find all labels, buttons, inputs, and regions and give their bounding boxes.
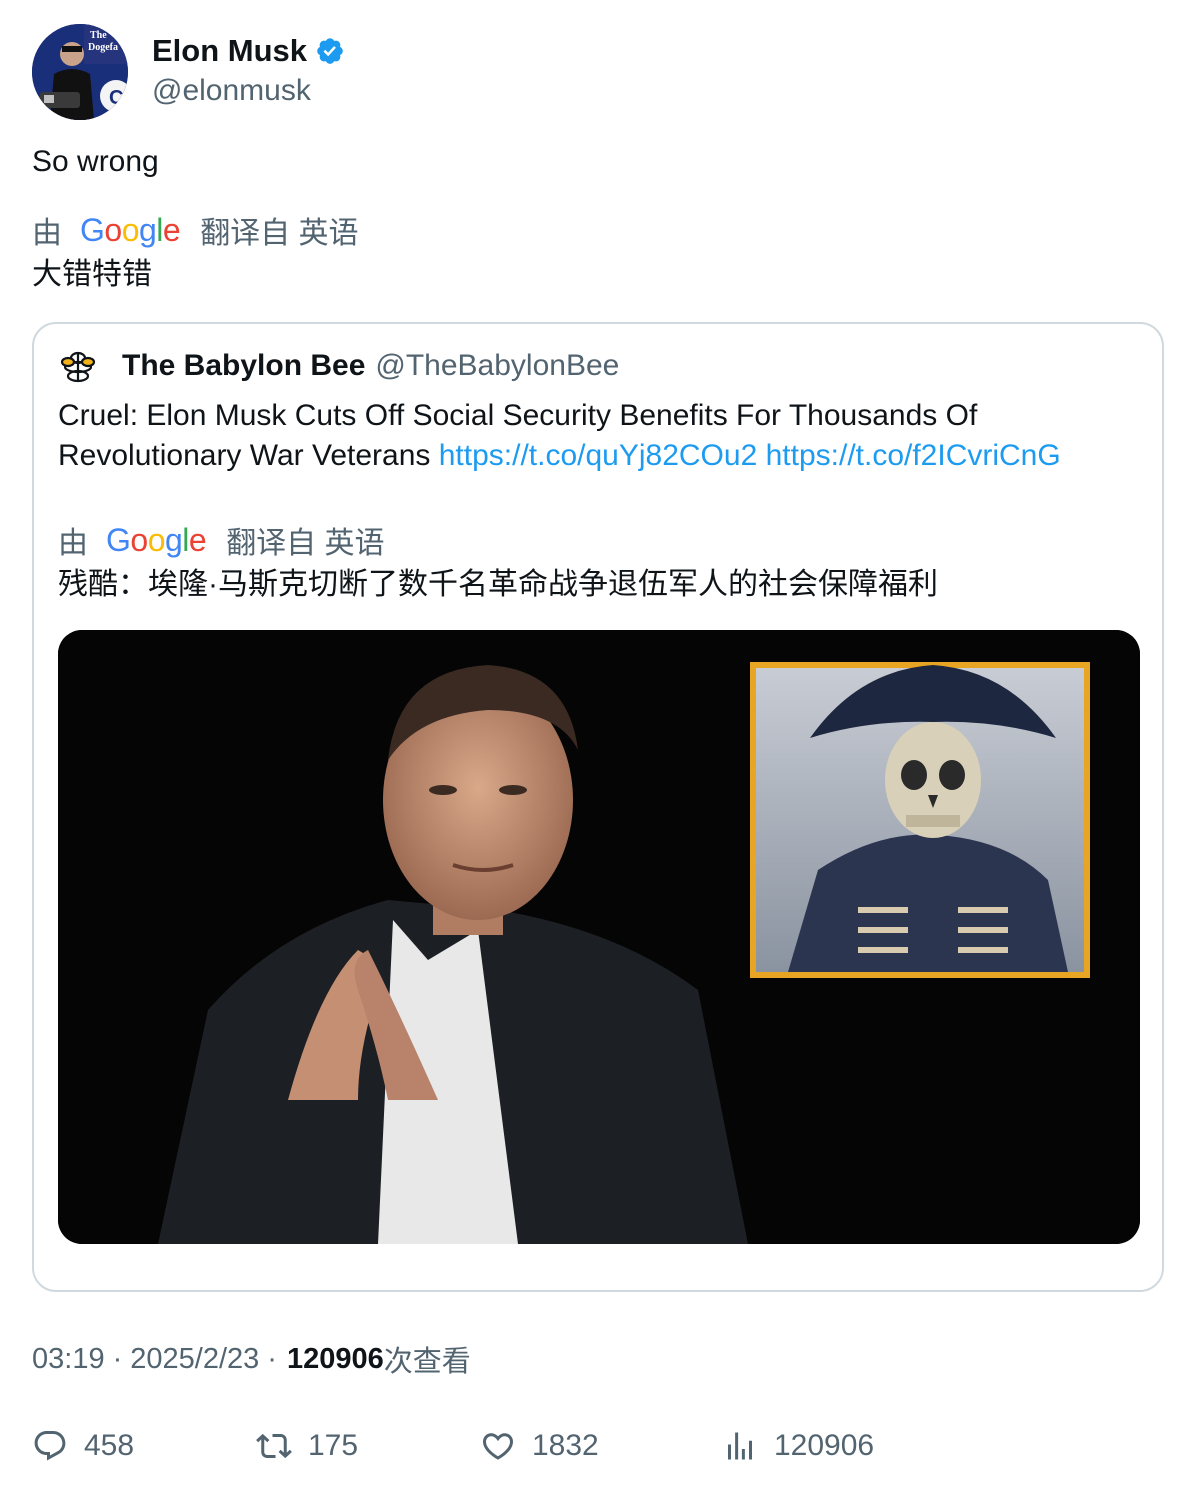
tweet-actions-bar: 458 175 1832 120906	[32, 1424, 932, 1468]
svg-text:The: The	[90, 30, 107, 41]
heart-icon	[482, 1433, 514, 1460]
meta-separator: ·	[267, 1342, 277, 1375]
quoted-tweet-text: Cruel: Elon Musk Cuts Off Social Securit…	[58, 396, 1148, 476]
translated-from-label[interactable]: 翻译自 英语	[200, 208, 358, 252]
google-logo: Google	[80, 211, 181, 248]
retweet-icon	[256, 1433, 292, 1459]
reply-icon	[34, 1431, 66, 1461]
verified-badge-icon	[315, 36, 345, 66]
translation-by-label: 由	[32, 217, 62, 250]
author-display-name[interactable]: Elon Musk	[152, 33, 307, 69]
retweet-count: 175	[308, 1429, 359, 1462]
translation-attribution: 由 Google 翻译自 英语	[32, 208, 359, 252]
quoted-author-name[interactable]: The Babylon Bee	[122, 349, 365, 383]
quoted-translated-text: 残酷：埃隆·马斯克切断了数千名革命战争退伍军人的社会保障福利	[58, 568, 938, 601]
author-avatar[interactable]: The Dogefa C	[32, 24, 128, 120]
quoted-tweet-image[interactable]	[58, 630, 1140, 1244]
quoted-tweet-header: The Babylon Bee @TheBabylonBee	[58, 346, 619, 386]
like-button[interactable]: 1832	[480, 1424, 599, 1468]
tweet-header: The Dogefa C Elon Musk @elonmusk	[32, 24, 345, 120]
quoted-author-handle[interactable]: @TheBabylonBee	[375, 349, 619, 383]
views-action-count: 120906	[774, 1429, 875, 1462]
quoted-tweet-card[interactable]: The Babylon Bee @TheBabylonBee Cruel: El…	[32, 322, 1164, 1292]
views-label: 次查看	[383, 1346, 471, 1378]
svg-text:Dogefa: Dogefa	[88, 42, 118, 53]
tweet-date[interactable]: 2025/2/23	[130, 1343, 259, 1376]
quoted-link-2[interactable]: https://t.co/f2ICvriCnG	[766, 439, 1061, 472]
translated-text: 大错特错	[32, 258, 152, 291]
quoted-translation-attribution: 由 Google 翻译自 英语	[58, 518, 385, 562]
quoted-link-1[interactable]: https://t.co/quYj82COu2	[439, 439, 758, 472]
meta-separator: ·	[112, 1342, 123, 1375]
analytics-icon	[728, 1432, 752, 1460]
retweet-button[interactable]: 175	[256, 1424, 358, 1468]
babylon-bee-logo-icon	[58, 346, 98, 386]
views-button[interactable]: 120906	[722, 1424, 874, 1468]
like-count: 1832	[532, 1429, 599, 1462]
reply-count: 458	[84, 1429, 135, 1462]
author-handle[interactable]: @elonmusk	[152, 71, 345, 111]
views-count: 120906	[286, 1342, 384, 1375]
tweet-timestamp: 03:19 · 2025/2/23 · 120906 次查看	[32, 1338, 471, 1380]
reply-button[interactable]: 458	[32, 1424, 134, 1468]
quoted-translation-by-label: 由	[58, 527, 88, 560]
tweet-text: So wrong	[32, 145, 159, 178]
quoted-translated-from-label[interactable]: 翻译自 英语	[226, 518, 384, 562]
tweet-time[interactable]: 03:19	[32, 1343, 105, 1376]
svg-text:C: C	[109, 87, 123, 109]
google-logo: Google	[106, 521, 207, 558]
